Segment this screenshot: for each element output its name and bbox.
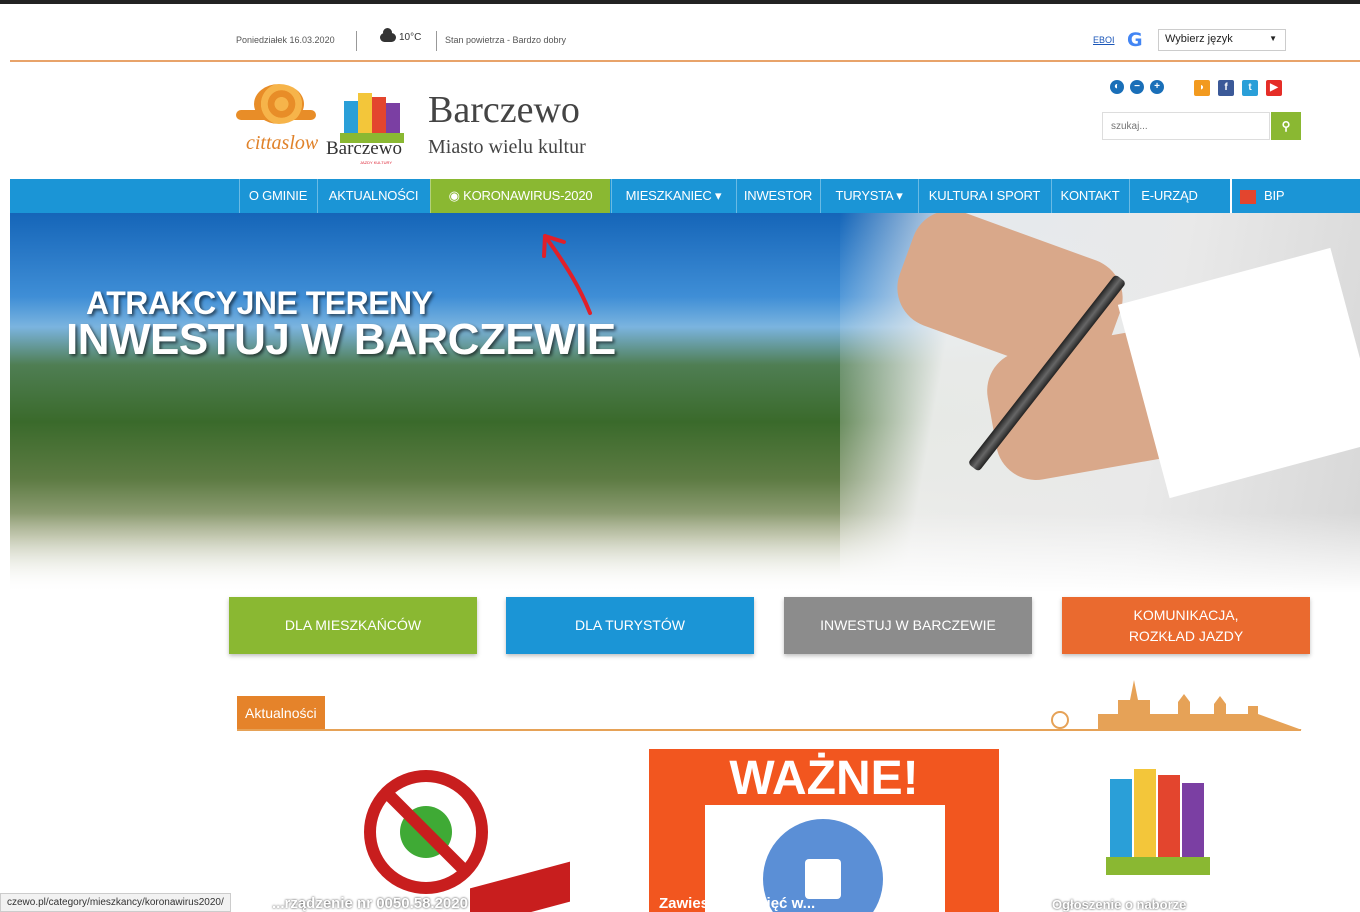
nav-item-koronawirus[interactable]: ◉ KORONAWIRUS-2020 [430,179,610,213]
tile-komunikacja[interactable]: KOMUNIKACJA, ROZKŁAD JAZDY [1062,597,1310,654]
site-title[interactable]: Barczewo [428,88,580,132]
town-logo-sub: JAZDY KULTURY [360,160,393,165]
news-card-title: Zawieszenie zajęć w... [659,895,816,912]
nav-item-mieszkaniec[interactable]: MIESZKANIEC ▾ [611,179,735,213]
tower-shape [386,103,400,137]
news-section-label: Aktualności [237,696,325,730]
search-input[interactable] [1102,112,1270,140]
info-bar: Poniedziałek 16.03.2020 10°C Stan powiet… [10,22,1360,62]
search-icon: ⚲ [1281,119,1291,133]
language-select[interactable]: Wybierz język ▼ [1158,29,1286,51]
rss-icon[interactable]: ◗ [1194,80,1210,96]
language-select-value: Wybierz język [1165,33,1233,45]
facebook-icon[interactable]: f [1218,80,1234,96]
cittaslow-text: cittaslow [246,132,319,154]
main-nav: O GMINIE AKTUALNOŚCI ◉ KORONAWIRUS-2020 … [10,179,1360,213]
tower-shape [1134,769,1156,859]
snail-shell-shape [254,84,304,124]
hero-headline-large: INWESTUJ W BARCZEWIE [66,315,616,364]
cittaslow-logo[interactable]: cittaslow [232,70,324,160]
bip-label: BIP [1264,188,1285,203]
lock-icon [805,859,841,899]
nav-item-inwestor[interactable]: INWESTOR [736,179,819,213]
divider [356,31,357,51]
cloud-icon [380,28,396,42]
tower-shape [372,97,386,137]
town-logo[interactable]: Barczewo JAZDY KULTURY [326,72,415,167]
date-text: Poniedziałek 16.03.2020 [236,35,335,45]
font-decrease-icon[interactable]: − [1130,80,1144,94]
ebo-link[interactable]: EBOI [1093,35,1115,45]
divider [436,31,437,51]
town-skyline-icon [1051,680,1302,730]
tower-shape [358,93,372,137]
nav-item-turysta[interactable]: TURYSTA ▾ [820,179,917,213]
air-quality-text: Stan powietrza - Bardzo dobry [445,35,567,45]
news-card-title: ...rządzenie nr 0050.58.2020 [272,895,468,912]
news-card[interactable]: Ogłoszenie o naborze [1040,749,1302,912]
google-icon: G [1127,29,1143,51]
virus-prohibited-icon [364,770,488,894]
site-subtitle: Miasto wielu kultur [428,136,586,158]
temperature-text: 10°C [399,32,422,43]
news-card-title: Ogłoszenie o naborze [1052,897,1187,912]
wazne-banner: WAŻNE! [729,752,919,805]
hero-fade [10,513,1360,593]
weather-widget: 10°C [380,28,422,43]
youtube-icon[interactable]: ▶ [1266,80,1282,96]
hero-banner[interactable]: ATRAKCYJNE TERENY INWESTUJ W BARCZEWIE [10,213,1360,593]
shirt-cuff-shape [1117,247,1360,499]
chevron-down-icon: ▼ [1269,34,1277,43]
browser-status-url: czewo.pl/category/mieszkancy/koronawirus… [0,893,231,912]
tile-inwestuj[interactable]: INWESTUJ W BARCZEWIE [784,597,1032,654]
tower-shape [1110,779,1132,859]
logo-base-shape [1106,857,1210,875]
town-logo-text: Barczewo [326,138,402,159]
bip-icon [1240,189,1256,204]
tower-shape [1182,783,1204,859]
twitter-icon[interactable]: t [1242,80,1258,96]
nav-item-kultura-i-sport[interactable]: KULTURA I SPORT [918,179,1050,213]
font-increase-icon[interactable]: + [1150,80,1164,94]
red-arrow-annotation [542,234,592,315]
tile-dla-mieszkancow[interactable]: DLA MIESZKAŃCÓW [229,597,477,654]
tile-dla-turystow[interactable]: DLA TURYSTÓW [506,597,754,654]
search-button[interactable]: ⚲ [1271,112,1301,140]
social-icons: ◗ f t ▶ [1194,80,1282,96]
tower-shape [344,101,358,137]
nav-item-o-gminie[interactable]: O GMINIE [239,179,316,213]
nav-item-kontakt[interactable]: KONTAKT [1051,179,1128,213]
news-card[interactable]: WAŻNE! Zawieszenie zajęć w... [649,749,999,912]
nav-item-aktualnosci[interactable]: AKTUALNOŚCI [317,179,429,213]
contrast-icon[interactable]: ◐ [1110,80,1124,94]
accessibility-icons: ◐ − + [1110,80,1164,94]
nav-item-e-urzad[interactable]: E-URZĄD [1129,179,1209,213]
browser-top-edge [0,0,1360,18]
nav-item-bip[interactable]: BIP [1230,179,1300,213]
news-card[interactable]: ...rządzenie nr 0050.58.2020 [270,749,570,912]
tower-shape [1158,775,1180,859]
